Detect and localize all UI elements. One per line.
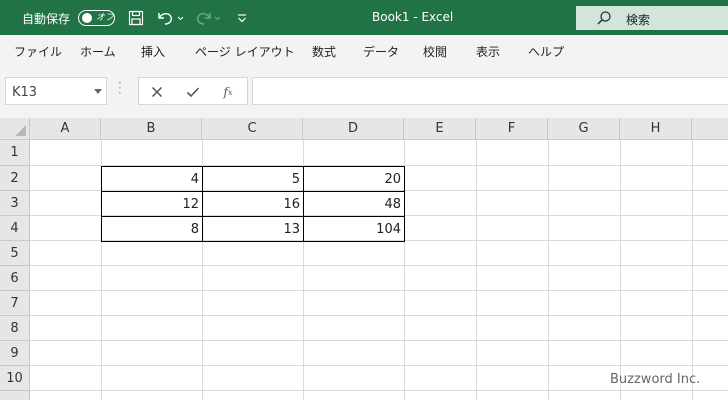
cell-d4[interactable]: 104 [303,216,405,242]
document-title: Book1 - Excel [372,10,454,24]
undo-icon[interactable] [155,8,185,28]
row-header-8[interactable]: 8 [0,316,30,341]
formula-input[interactable] [252,77,728,105]
tab-formulas[interactable]: 数式 [312,43,336,60]
gridline [476,140,477,400]
cell-c3[interactable]: 16 [202,191,304,217]
search-box[interactable]: 検索 [576,6,728,30]
tab-home[interactable]: ホーム [80,43,116,60]
row-header-2[interactable]: 2 [0,166,30,191]
name-box[interactable]: K13 [5,77,107,105]
gridline [30,340,728,341]
tab-insert[interactable]: 挿入 [141,43,165,60]
row-header-3[interactable]: 3 [0,191,30,216]
row-header-9[interactable]: 9 [0,341,30,366]
ribbon-tabs: ファイル ホーム 挿入 ページ レイアウト 数式 データ 校閲 表示 ヘルプ [0,35,728,66]
autosave-label: 自動保存 [22,12,71,26]
tab-review[interactable]: 校閲 [423,43,447,60]
enter-icon[interactable] [185,83,201,101]
column-header-a[interactable]: A [30,118,101,140]
drag-handle-icon[interactable]: · · · [118,77,122,99]
column-header-d[interactable]: D [303,118,404,140]
autosave-toggle[interactable]: オフ [78,10,115,26]
gridline [30,290,728,291]
cell-b4[interactable]: 8 [101,216,203,242]
table-row: 8 13 104 [101,216,405,242]
table-row: 4 5 20 [101,166,405,192]
cell-b3[interactable]: 12 [101,191,203,217]
customize-icon[interactable] [235,8,249,28]
row-header-10[interactable]: 10 [0,366,30,391]
formula-buttons: fx [138,77,248,105]
select-all-button[interactable] [0,118,30,140]
search-icon [596,10,612,29]
cell-c2[interactable]: 5 [202,166,304,192]
column-header-f[interactable]: F [476,118,548,140]
gridline [620,140,621,400]
column-header-b[interactable]: B [101,118,202,140]
tab-view[interactable]: 表示 [476,43,500,60]
row-header-7[interactable]: 7 [0,291,30,316]
gridline [30,390,728,391]
gridline [30,265,728,266]
tab-page-layout[interactable]: ページ レイアウト [195,43,295,60]
tab-help[interactable]: ヘルプ [528,43,564,60]
row-header-6[interactable]: 6 [0,266,30,291]
row-header-5[interactable]: 5 [0,241,30,266]
chevron-down-icon[interactable] [94,89,102,94]
cell-d3[interactable]: 48 [303,191,405,217]
cancel-icon[interactable] [149,83,165,101]
fx-icon[interactable]: fx [219,83,237,101]
tab-data[interactable]: データ [363,43,399,60]
tab-file[interactable]: ファイル [14,43,62,60]
name-box-value: K13 [12,85,38,100]
gridline [30,315,728,316]
save-icon[interactable] [127,8,145,28]
autosave-toggle-text: オフ [96,13,115,23]
search-placeholder: 検索 [626,13,651,27]
toggle-knob [82,13,92,23]
row-header-4[interactable]: 4 [0,216,30,241]
row-header-1[interactable]: 1 [0,140,30,166]
gridline [548,140,549,400]
cell-c4[interactable]: 13 [202,216,304,242]
gridline [692,140,693,400]
watermark: Buzzword Inc. [610,372,701,387]
gridline [30,365,728,366]
select-all-triangle-icon [15,125,26,136]
title-bar: 自動保存 オフ Book1 - Excel 検索 [0,0,728,35]
worksheet-grid[interactable]: A B C D E F G H 1 2 3 4 5 6 7 8 9 10 4 5… [0,118,728,400]
cell-d2[interactable]: 20 [303,166,405,192]
column-header-e[interactable]: E [404,118,476,140]
column-header-partial[interactable] [692,118,728,140]
column-header-h[interactable]: H [620,118,692,140]
row-header-partial[interactable] [0,391,30,400]
cell-b2[interactable]: 4 [101,166,203,192]
data-table: 4 5 20 12 16 48 8 13 104 [101,166,405,242]
formula-bar-area: K13 · · · fx [0,66,728,118]
redo-icon [194,8,224,28]
column-header-c[interactable]: C [202,118,303,140]
table-row: 12 16 48 [101,191,405,217]
column-header-g[interactable]: G [548,118,620,140]
